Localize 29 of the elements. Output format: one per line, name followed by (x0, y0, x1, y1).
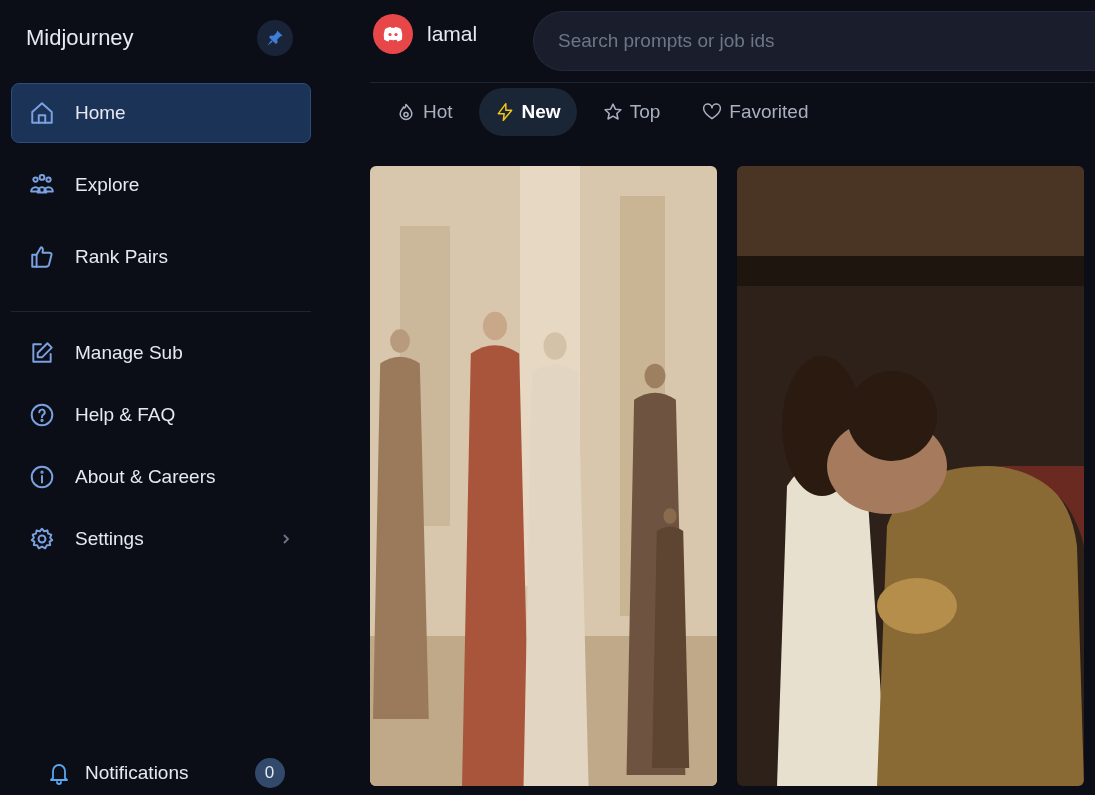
settings-icon (29, 525, 55, 552)
nav-item[interactable]: Manage Sub (11, 322, 311, 383)
thumbs-up-icon (29, 244, 55, 270)
bell-icon (47, 761, 71, 785)
flame-icon (396, 102, 416, 122)
search-field[interactable]: Search prompts or job ids (533, 11, 1095, 71)
tab[interactable]: Top (586, 88, 677, 136)
notification-count: 0 (254, 758, 285, 788)
help-icon (29, 401, 55, 428)
info-icon (29, 463, 55, 490)
tab[interactable]: Hot (380, 88, 469, 136)
tab[interactable]: New (478, 88, 577, 136)
username: lamal (427, 22, 479, 46)
tab[interactable]: Favorited (686, 88, 825, 136)
app-title: Midjourney (26, 25, 134, 51)
nav-item[interactable]: Help & FAQ (11, 384, 311, 445)
nav-item[interactable]: Home (11, 83, 311, 143)
notifications-link[interactable]: Notifications (85, 762, 189, 784)
star-icon (602, 102, 623, 122)
pin-icon (266, 29, 284, 47)
nav-item[interactable]: Rank Pairs (11, 227, 311, 287)
pin-button[interactable] (257, 20, 293, 56)
edit-icon (29, 339, 55, 366)
nav-item[interactable]: About & Careers (11, 446, 311, 507)
heart-icon (702, 102, 723, 122)
avatar[interactable] (373, 14, 413, 54)
nav-item[interactable]: Explore (11, 155, 311, 215)
nav-item[interactable]: Settings (11, 508, 311, 569)
home-icon (29, 100, 55, 126)
